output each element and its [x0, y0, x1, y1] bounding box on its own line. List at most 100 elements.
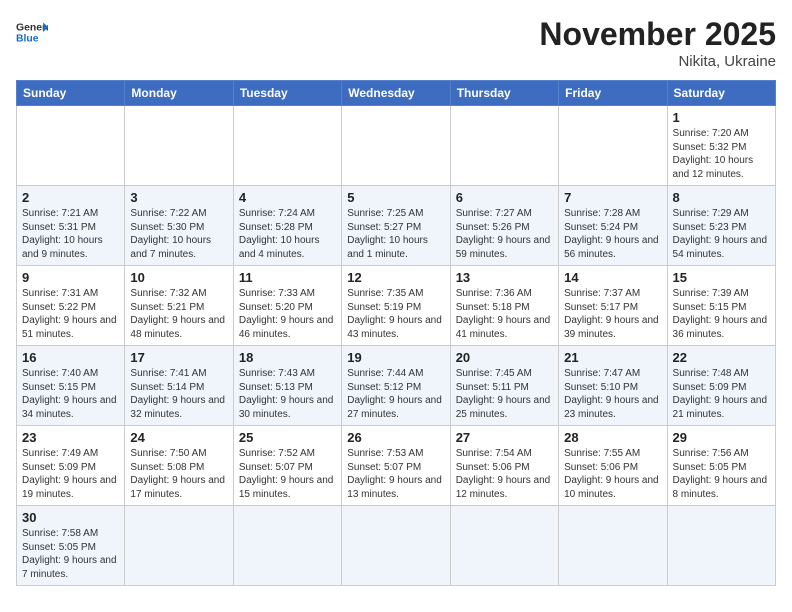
day-info: Sunrise: 7:43 AM Sunset: 5:13 PM Dayligh… — [239, 367, 336, 421]
day-number: 12 — [347, 270, 444, 285]
calendar-body: 1 Sunrise: 7:20 AM Sunset: 5:32 PM Daylig… — [17, 106, 776, 586]
day-info: Sunrise: 7:56 AM Sunset: 5:05 PM Dayligh… — [673, 447, 770, 501]
day-cell: 21Sunrise: 7:47 AM Sunset: 5:10 PM Dayli… — [559, 346, 667, 426]
day-info: Sunrise: 7:40 AM Sunset: 5:15 PM Dayligh… — [22, 367, 119, 421]
month-title: November 2025 — [539, 16, 776, 53]
day-cell — [450, 506, 558, 586]
day-cell: 6 Sunrise: 7:27 AM Sunset: 5:26 PM Daylig… — [450, 186, 558, 266]
day-number: 1 — [673, 110, 770, 125]
week-row-2: 9 Sunrise: 7:31 AM Sunset: 5:22 PM Daylig… — [17, 266, 776, 346]
day-info: Sunrise: 7:52 AM Sunset: 5:07 PM Dayligh… — [239, 447, 336, 501]
day-cell: 2 Sunrise: 7:21 AM Sunset: 5:31 PM Daylig… — [17, 186, 125, 266]
header-day-monday: Monday — [125, 81, 233, 106]
day-info: Sunrise: 7:33 AM Sunset: 5:20 PM Dayligh… — [239, 287, 336, 341]
day-number: 9 — [22, 270, 119, 285]
day-cell: 22Sunrise: 7:48 AM Sunset: 5:09 PM Dayli… — [667, 346, 775, 426]
day-info: Sunrise: 7:28 AM Sunset: 5:24 PM Dayligh… — [564, 207, 661, 261]
header-day-friday: Friday — [559, 81, 667, 106]
day-info: Sunrise: 7:49 AM Sunset: 5:09 PM Dayligh… — [22, 447, 119, 501]
day-info: Sunrise: 7:45 AM Sunset: 5:11 PM Dayligh… — [456, 367, 553, 421]
day-cell: 3Sunrise: 7:22 AM Sunset: 5:30 PM Daylig… — [125, 186, 233, 266]
day-cell: 27 Sunrise: 7:54 AM Sunset: 5:06 PM Dayli… — [450, 426, 558, 506]
day-number: 19 — [347, 350, 444, 365]
day-cell — [342, 106, 450, 186]
day-number: 6 — [456, 190, 553, 205]
day-number: 17 — [130, 350, 227, 365]
day-number: 3 — [130, 190, 227, 205]
day-cell: 17 Sunrise: 7:41 AM Sunset: 5:14 PM Dayli… — [125, 346, 233, 426]
day-number: 14 — [564, 270, 661, 285]
day-number: 22 — [673, 350, 770, 365]
day-cell: 15Sunrise: 7:39 AM Sunset: 5:15 PM Dayli… — [667, 266, 775, 346]
day-cell — [125, 106, 233, 186]
day-cell — [233, 506, 341, 586]
week-row-0: 1 Sunrise: 7:20 AM Sunset: 5:32 PM Daylig… — [17, 106, 776, 186]
header-day-wednesday: Wednesday — [342, 81, 450, 106]
title-block: November 2025 Nikita, Ukraine — [539, 16, 776, 70]
day-number: 20 — [456, 350, 553, 365]
day-cell: 19 Sunrise: 7:44 AM Sunset: 5:12 PM Dayli… — [342, 346, 450, 426]
day-cell: 28 Sunrise: 7:55 AM Sunset: 5:06 PM Dayli… — [559, 426, 667, 506]
logo: General Blue — [16, 16, 48, 48]
header-day-thursday: Thursday — [450, 81, 558, 106]
week-row-5: 30 Sunrise: 7:58 AM Sunset: 5:05 PM Dayli… — [17, 506, 776, 586]
day-number: 11 — [239, 270, 336, 285]
svg-text:Blue: Blue — [16, 34, 39, 45]
week-row-3: 16Sunrise: 7:40 AM Sunset: 5:15 PM Dayli… — [17, 346, 776, 426]
day-cell — [667, 506, 775, 586]
week-row-1: 2 Sunrise: 7:21 AM Sunset: 5:31 PM Daylig… — [17, 186, 776, 266]
day-cell — [125, 506, 233, 586]
day-number: 2 — [22, 190, 119, 205]
calendar-table: SundayMondayTuesdayWednesdayThursdayFrid… — [16, 80, 776, 586]
day-info: Sunrise: 7:21 AM Sunset: 5:31 PM Dayligh… — [22, 207, 119, 261]
day-info: Sunrise: 7:53 AM Sunset: 5:07 PM Dayligh… — [347, 447, 444, 501]
day-cell — [233, 106, 341, 186]
day-cell: 8Sunrise: 7:29 AM Sunset: 5:23 PM Daylig… — [667, 186, 775, 266]
day-info: Sunrise: 7:54 AM Sunset: 5:06 PM Dayligh… — [456, 447, 553, 501]
header-row: SundayMondayTuesdayWednesdayThursdayFrid… — [17, 81, 776, 106]
day-number: 24 — [130, 430, 227, 445]
day-cell — [17, 106, 125, 186]
calendar-header: SundayMondayTuesdayWednesdayThursdayFrid… — [17, 81, 776, 106]
day-cell: 10 Sunrise: 7:32 AM Sunset: 5:21 PM Dayli… — [125, 266, 233, 346]
day-number: 10 — [130, 270, 227, 285]
day-number: 26 — [347, 430, 444, 445]
day-cell — [450, 106, 558, 186]
header-day-tuesday: Tuesday — [233, 81, 341, 106]
header-day-saturday: Saturday — [667, 81, 775, 106]
day-number: 30 — [22, 510, 119, 525]
day-cell: 5Sunrise: 7:25 AM Sunset: 5:27 PM Daylig… — [342, 186, 450, 266]
day-number: 7 — [564, 190, 661, 205]
day-cell: 16Sunrise: 7:40 AM Sunset: 5:15 PM Dayli… — [17, 346, 125, 426]
day-cell: 4Sunrise: 7:24 AM Sunset: 5:28 PM Daylig… — [233, 186, 341, 266]
day-info: Sunrise: 7:27 AM Sunset: 5:26 PM Dayligh… — [456, 207, 553, 261]
day-info: Sunrise: 7:41 AM Sunset: 5:14 PM Dayligh… — [130, 367, 227, 421]
day-cell — [559, 506, 667, 586]
day-cell: 12 Sunrise: 7:35 AM Sunset: 5:19 PM Dayli… — [342, 266, 450, 346]
day-info: Sunrise: 7:32 AM Sunset: 5:21 PM Dayligh… — [130, 287, 227, 341]
day-info: Sunrise: 7:55 AM Sunset: 5:06 PM Dayligh… — [564, 447, 661, 501]
day-number: 29 — [673, 430, 770, 445]
day-number: 4 — [239, 190, 336, 205]
day-number: 18 — [239, 350, 336, 365]
day-info: Sunrise: 7:31 AM Sunset: 5:22 PM Dayligh… — [22, 287, 119, 341]
day-cell: 23Sunrise: 7:49 AM Sunset: 5:09 PM Dayli… — [17, 426, 125, 506]
page-header: General Blue November 2025 Nikita, Ukrai… — [16, 16, 776, 70]
day-info: Sunrise: 7:35 AM Sunset: 5:19 PM Dayligh… — [347, 287, 444, 341]
day-number: 8 — [673, 190, 770, 205]
day-number: 28 — [564, 430, 661, 445]
day-cell — [559, 106, 667, 186]
day-info: Sunrise: 7:50 AM Sunset: 5:08 PM Dayligh… — [130, 447, 227, 501]
day-info: Sunrise: 7:44 AM Sunset: 5:12 PM Dayligh… — [347, 367, 444, 421]
day-number: 13 — [456, 270, 553, 285]
day-info: Sunrise: 7:20 AM Sunset: 5:32 PM Dayligh… — [673, 127, 770, 181]
week-row-4: 23Sunrise: 7:49 AM Sunset: 5:09 PM Dayli… — [17, 426, 776, 506]
day-cell: 9 Sunrise: 7:31 AM Sunset: 5:22 PM Daylig… — [17, 266, 125, 346]
day-cell: 20 Sunrise: 7:45 AM Sunset: 5:11 PM Dayli… — [450, 346, 558, 426]
day-info: Sunrise: 7:47 AM Sunset: 5:10 PM Dayligh… — [564, 367, 661, 421]
location-subtitle: Nikita, Ukraine — [539, 53, 776, 70]
day-info: Sunrise: 7:25 AM Sunset: 5:27 PM Dayligh… — [347, 207, 444, 261]
day-info: Sunrise: 7:58 AM Sunset: 5:05 PM Dayligh… — [22, 527, 119, 581]
day-info: Sunrise: 7:39 AM Sunset: 5:15 PM Dayligh… — [673, 287, 770, 341]
day-number: 27 — [456, 430, 553, 445]
